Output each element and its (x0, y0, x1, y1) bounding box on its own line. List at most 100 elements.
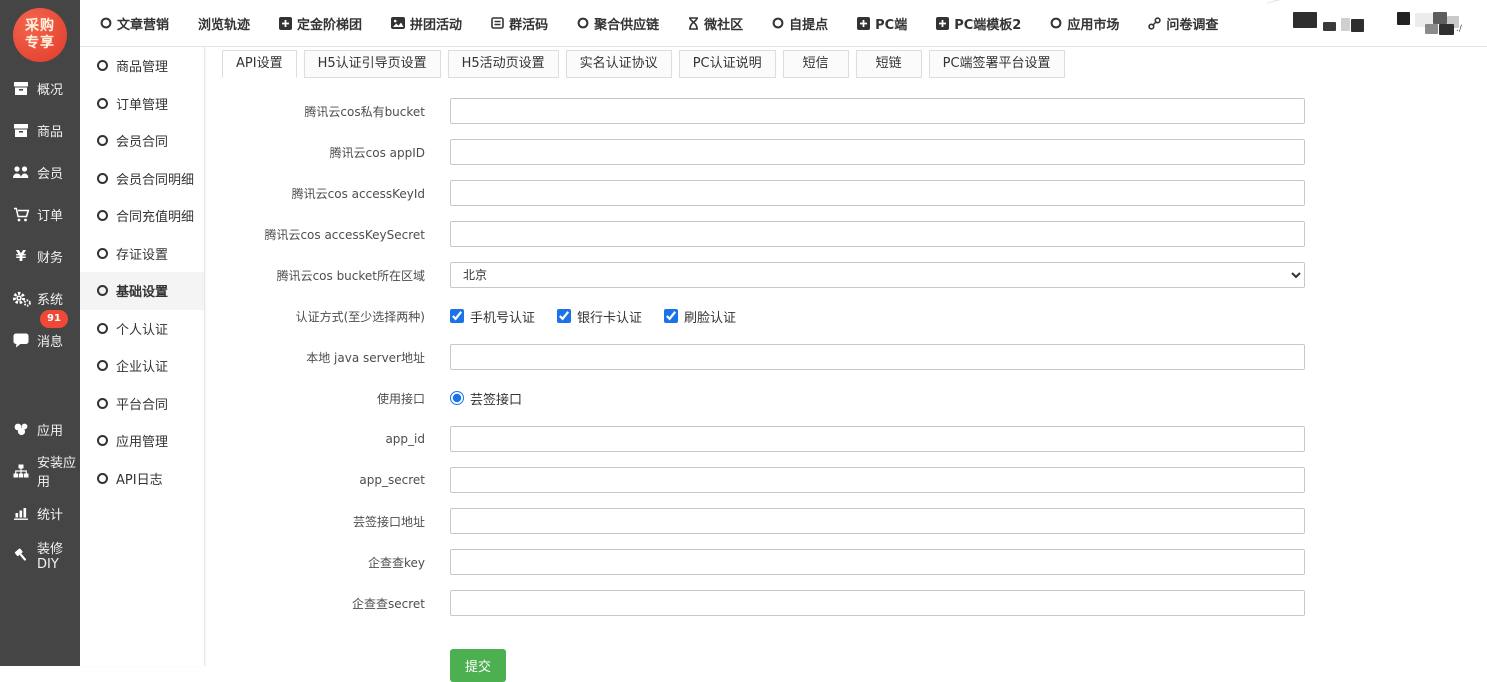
nav-item-group-live-code[interactable]: 群活码 (491, 14, 548, 33)
sidebar-item-finance[interactable]: ¥ 财务 (0, 235, 80, 277)
main-sidebar: 采购 专享 概况 商品 会员 订单 ¥ 财务 系统 消息 (0, 0, 80, 666)
nav-item-label: 浏览轨迹 (198, 14, 250, 33)
java-server-address-input[interactable] (450, 344, 1305, 370)
yunsign-interface-option[interactable]: 芸签接口 (450, 389, 522, 408)
form-row: 本地 java server地址 (205, 344, 1487, 370)
qichacha-secret-input[interactable] (450, 590, 1305, 616)
bankcard-auth-checkbox[interactable] (557, 309, 571, 323)
nav-item-app-market[interactable]: 应用市场 (1050, 14, 1119, 33)
circle-icon (97, 210, 108, 221)
circle-icon (100, 17, 112, 29)
gavel-icon (11, 548, 31, 563)
circle-icon (97, 360, 108, 371)
submenu-item-label: 个人认证 (116, 319, 168, 338)
checkbox-label: 手机号认证 (470, 307, 535, 326)
cos-accesskeysecret-input[interactable] (450, 221, 1305, 247)
form-row: 芸签接口地址 (205, 508, 1487, 534)
cos-accesskeyid-input[interactable] (450, 180, 1305, 206)
app-logo[interactable]: 采购 专享 (13, 8, 67, 62)
app-secret-input[interactable] (450, 467, 1305, 493)
sidebar-item-products[interactable]: 商品 (0, 109, 80, 151)
list-icon (491, 17, 504, 29)
form-row: 认证方式(至少选择两种) 手机号认证 银行卡认证 刷脸认证 (205, 303, 1487, 329)
sidebar-item-install-apps[interactable]: 安装应用 (0, 450, 80, 492)
comment-icon (11, 333, 31, 348)
app-id-input[interactable] (450, 426, 1305, 452)
auth-method-phone[interactable]: 手机号认证 (450, 307, 535, 326)
sidebar-item-apps[interactable]: 应用 (0, 408, 80, 450)
submenu-item-label: 合同充值明细 (116, 206, 194, 225)
nav-item-browse-track[interactable]: 浏览轨迹 (198, 14, 250, 33)
sidebar-item-messages[interactable]: 消息 91 (0, 319, 80, 361)
box-icon (11, 81, 31, 96)
tab-h5-auth-guide-settings[interactable]: H5认证引导页设置 (304, 50, 441, 78)
yunsign-interface-radio[interactable] (450, 391, 464, 405)
nav-item-label: PC端模板2 (954, 14, 1021, 33)
nav-item-pc-template2[interactable]: PC端模板2 (936, 14, 1021, 33)
settings-tabs: API设置 H5认证引导页设置 H5活动页设置 实名认证协议 PC认证说明 短信… (222, 50, 1487, 78)
form-row: 使用接口 芸签接口 (205, 385, 1487, 411)
sidebar-item-orders[interactable]: 订单 (0, 193, 80, 235)
sidebar-item-statistics[interactable]: 统计 (0, 492, 80, 534)
submenu-item-enterprise-auth[interactable]: 企业认证 (80, 347, 204, 385)
submenu-item-order-management[interactable]: 订单管理 (80, 85, 204, 123)
nav-item-micro-community[interactable]: 微社区 (688, 14, 743, 33)
tab-short-link[interactable]: 短链 (856, 50, 922, 78)
sitemap-icon (11, 464, 31, 478)
form-row: app_id (205, 426, 1487, 452)
submenu-item-member-contract[interactable]: 会员合同 (80, 122, 204, 160)
api-settings-form: 腾讯云cos私有bucket 腾讯云cos appID 腾讯云cos acces… (205, 98, 1487, 682)
circle-icon (97, 248, 108, 259)
logo-text-line2: 专享 (25, 35, 55, 53)
sidebar-item-system[interactable]: 系统 (0, 277, 80, 319)
nav-item-supply-chain[interactable]: 聚合供应链 (577, 14, 659, 33)
submenu-item-platform-contract[interactable]: 平台合同 (80, 385, 204, 423)
cos-region-select[interactable]: 北京 (450, 262, 1305, 288)
submenu-item-evidence-settings[interactable]: 存证设置 (80, 235, 204, 273)
sidebar-item-label: 概况 (37, 79, 63, 98)
field-label: 腾讯云cos appID (205, 144, 425, 161)
yunsign-interface-address-input[interactable] (450, 508, 1305, 534)
nav-item-pickup-point[interactable]: 自提点 (772, 14, 828, 33)
qichacha-key-input[interactable] (450, 549, 1305, 575)
form-row: 腾讯云cos appID (205, 139, 1487, 165)
hourglass-icon (688, 17, 699, 30)
submenu-item-app-management[interactable]: 应用管理 (80, 422, 204, 460)
message-count-badge: 91 (40, 310, 68, 328)
circle-icon (97, 473, 108, 484)
submenu-item-basic-settings[interactable]: 基础设置 (80, 272, 204, 310)
face-auth-checkbox[interactable] (664, 309, 678, 323)
nav-item-pc-side[interactable]: PC端 (857, 14, 907, 33)
tab-pc-auth-description[interactable]: PC认证说明 (679, 50, 776, 78)
nav-item-label: 自提点 (789, 14, 828, 33)
sidebar-item-members[interactable]: 会员 (0, 151, 80, 193)
radio-label: 芸签接口 (470, 389, 522, 408)
tab-sms[interactable]: 短信 (783, 50, 849, 78)
nav-item-article-marketing[interactable]: 文章营销 (100, 14, 169, 33)
sidebar-item-overview[interactable]: 概况 (0, 67, 80, 109)
sidebar-item-decorate-diy[interactable]: 装修DIY (0, 534, 80, 576)
nav-item-group-buy-activity[interactable]: 拼团活动 (391, 14, 462, 33)
submenu-item-personal-auth[interactable]: 个人认证 (80, 310, 204, 348)
cos-appid-input[interactable] (450, 139, 1305, 165)
field-label: 本地 java server地址 (205, 349, 425, 366)
cos-private-bucket-input[interactable] (450, 98, 1305, 124)
nav-item-questionnaire[interactable]: 问卷调查 (1148, 14, 1218, 33)
submenu-item-contract-recharge-detail[interactable]: 合同充值明细 (80, 197, 204, 235)
tab-realname-auth-agreement[interactable]: 实名认证协议 (566, 50, 672, 78)
auth-method-bankcard[interactable]: 银行卡认证 (557, 307, 642, 326)
nav-item-label: 文章营销 (117, 14, 169, 33)
submenu-item-product-management[interactable]: 商品管理 (80, 47, 204, 85)
nav-item-label: 应用市场 (1067, 14, 1119, 33)
tab-h5-activity-page-settings[interactable]: H5活动页设置 (448, 50, 559, 78)
phone-auth-checkbox[interactable] (450, 309, 464, 323)
submenu-item-member-contract-detail[interactable]: 会员合同明细 (80, 160, 204, 198)
circle-icon (97, 285, 108, 296)
auth-method-face[interactable]: 刷脸认证 (664, 307, 736, 326)
submenu-item-api-log[interactable]: API日志 (80, 460, 204, 498)
sidebar-item-label: 会员 (37, 163, 63, 182)
tab-api-settings[interactable]: API设置 (222, 50, 297, 78)
submenu-item-label: API日志 (116, 469, 163, 488)
nav-item-deposit-ladder-group[interactable]: 定金阶梯团 (279, 14, 362, 33)
tab-pc-sign-platform-settings[interactable]: PC端签署平台设置 (929, 50, 1065, 78)
